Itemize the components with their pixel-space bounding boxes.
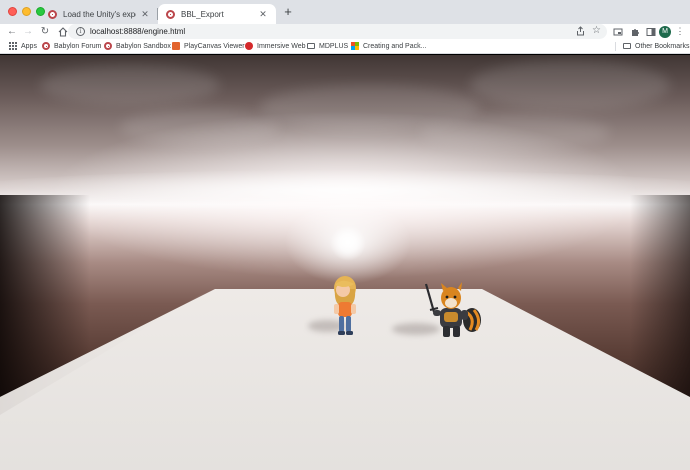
side-panel-icon[interactable] [644, 24, 658, 39]
tab-title: BBL_Export [181, 9, 224, 19]
more-menu-icon[interactable]: ⋮ [674, 24, 686, 39]
address-bar[interactable]: i localhost:8888/engine.html ☆ [68, 24, 607, 39]
tab-strip: Load the Unity's exported sce ✕ BBL_Expo… [0, 0, 690, 24]
window-close-button[interactable] [8, 7, 17, 16]
babylon-logo-icon [166, 9, 175, 19]
bookmarks-bar: Apps Babylon Forum Babylon Sandbox PlayC… [0, 39, 690, 54]
cast-icon[interactable] [611, 24, 625, 39]
bookmark-label: Immersive Web [257, 42, 306, 50]
immersive-web-icon [245, 42, 253, 50]
bookmark-immersive-web[interactable]: Immersive Web [245, 39, 306, 53]
babylon-logo-icon [48, 9, 57, 19]
bookmark-label: Other Bookmarks [635, 42, 690, 50]
bookmark-mdplus[interactable]: MDPLUS [307, 39, 348, 53]
microsoft-icon [351, 42, 359, 50]
bookmark-label: Apps [21, 42, 37, 50]
tab-title: Load the Unity's exported sce [63, 9, 136, 19]
bookmark-label: MDPLUS [319, 42, 349, 50]
bookmark-playcanvas-viewer[interactable]: PlayCanvas Viewer [172, 39, 245, 53]
ground-plane [0, 289, 690, 470]
bookmark-apps[interactable]: Apps [9, 39, 37, 53]
folder-icon [307, 43, 315, 49]
bookmark-label: Creating and Pack... [363, 42, 427, 50]
toolbar: ← → ↻ i localhost:8888/engine.html ☆ M ⋮ [0, 24, 690, 39]
reload-icon[interactable]: ↻ [38, 24, 52, 39]
babylon-logo-icon [42, 42, 50, 50]
new-tab-button[interactable]: + [281, 5, 295, 19]
back-arrow-icon[interactable]: ← [5, 24, 19, 39]
bookmark-creating-and-pack[interactable]: Creating and Pack... [351, 39, 426, 53]
fox-knight-character [424, 282, 481, 337]
tab-load-unity[interactable]: Load the Unity's exported sce ✕ [40, 4, 158, 24]
site-info-icon[interactable]: i [76, 27, 85, 36]
girl-character [334, 276, 356, 335]
bookmark-label: Babylon Sandbox [116, 42, 171, 50]
folder-icon [623, 43, 631, 49]
forward-arrow-icon[interactable]: → [21, 24, 35, 39]
close-icon[interactable]: ✕ [258, 9, 268, 19]
bookmark-star-icon[interactable]: ☆ [592, 25, 601, 36]
share-icon[interactable] [576, 26, 585, 38]
playcanvas-icon [172, 42, 180, 50]
babylon-logo-icon [104, 42, 112, 50]
bookmarks-separator [615, 42, 616, 51]
window-minimize-button[interactable] [22, 7, 31, 16]
close-icon[interactable]: ✕ [140, 9, 150, 19]
profile-avatar[interactable]: M [659, 26, 671, 38]
bookmark-babylon-forum[interactable]: Babylon Forum [42, 39, 101, 53]
bookmark-label: PlayCanvas Viewer [184, 42, 245, 50]
babylon-render-canvas[interactable] [0, 55, 690, 470]
apps-grid-icon [9, 42, 17, 50]
bookmark-other-bookmarks[interactable]: Other Bookmarks [623, 39, 689, 53]
bookmark-label: Babylon Forum [54, 42, 102, 50]
bookmark-babylon-sandbox[interactable]: Babylon Sandbox [104, 39, 171, 53]
url-text: localhost:8888/engine.html [90, 27, 186, 36]
extensions-puzzle-icon[interactable] [628, 24, 642, 39]
tab-bbl-export[interactable]: BBL_Export ✕ [158, 4, 276, 24]
